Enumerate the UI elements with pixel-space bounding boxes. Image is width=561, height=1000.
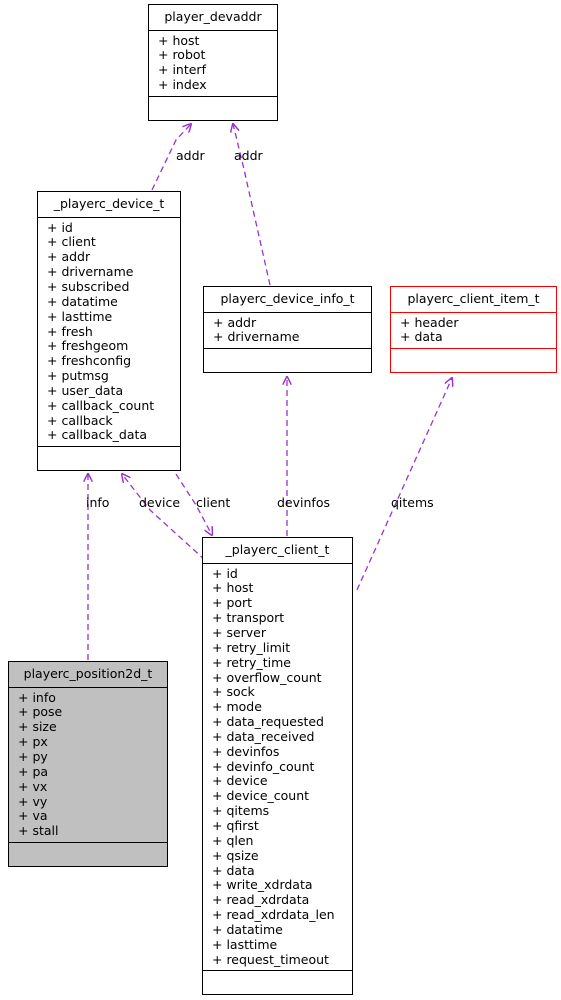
attribute-row: + data <box>212 862 255 878</box>
attribute-row: + read_xdrdata_len <box>212 907 335 923</box>
class-operations <box>203 971 352 994</box>
attribute-row: + device <box>212 773 268 789</box>
class-node-playerc-device-info-t[interactable]: playerc_device_info_t + addr + drivernam… <box>203 286 372 374</box>
attribute-row: + callback_count <box>47 397 155 413</box>
class-title: playerc_device_info_t <box>220 291 355 306</box>
class-title: playerc_client_item_t <box>407 291 540 306</box>
attribute-row: + drivername <box>213 329 300 345</box>
attribute-row: + freshgeom <box>47 338 129 354</box>
class-node-playerc-client-t[interactable]: _playerc_client_t + id + host + port + t… <box>202 537 353 996</box>
attribute-row: + vx <box>18 778 48 794</box>
class-operations <box>38 447 180 470</box>
attribute-row: + vy <box>18 793 48 809</box>
attribute-row: + px <box>18 734 48 750</box>
attribute-row: + robot <box>158 47 206 63</box>
attribute-row: + port <box>212 595 253 611</box>
attribute-row: + freshconfig <box>47 353 132 369</box>
attribute-row: + devinfo_count <box>212 758 315 774</box>
attribute-row: + lasttime <box>212 936 278 952</box>
attribute-row: + data_received <box>212 728 315 744</box>
attribute-row: + sock <box>212 684 255 700</box>
attribute-row: + transport <box>212 610 285 626</box>
attribute-row: + va <box>18 808 48 824</box>
attribute-row: + host <box>212 580 254 596</box>
attribute-row: + device_count <box>212 788 310 804</box>
class-attributes: + id + client + addr + drivername + subs… <box>38 218 180 447</box>
edge-label-client: client <box>196 495 231 510</box>
class-operations <box>391 349 556 372</box>
edge-label-addr-device: addr <box>176 148 205 163</box>
attribute-row: + addr <box>213 314 257 330</box>
attribute-row: + retry_time <box>212 654 291 670</box>
class-attributes: + header + data <box>391 313 556 349</box>
class-attributes: + id + host + port + transport + server … <box>203 564 352 971</box>
attribute-row: + datatime <box>212 921 283 937</box>
class-operations <box>9 843 167 866</box>
attribute-row: + data_requested <box>212 714 324 730</box>
attribute-row: + retry_limit <box>212 639 291 655</box>
attribute-row: + user_data <box>47 382 124 398</box>
class-title: _playerc_device_t <box>53 196 165 211</box>
attribute-row: + header <box>400 314 459 330</box>
attribute-row: + qsize <box>212 847 259 863</box>
attribute-row: + request_timeout <box>212 951 329 967</box>
attribute-row: + callback <box>47 412 113 428</box>
attribute-row: + qitems <box>212 803 270 819</box>
attribute-row: + host <box>158 32 200 48</box>
attribute-row: + callback_data <box>47 427 148 443</box>
attribute-row: + id <box>212 565 238 581</box>
attribute-row: + mode <box>212 699 262 715</box>
class-operations <box>149 97 277 120</box>
class-title: playerc_position2d_t <box>23 666 153 681</box>
attribute-row: + info <box>18 689 56 705</box>
attribute-row: + index <box>158 77 207 93</box>
edge-label-qitems: qitems <box>391 495 434 510</box>
attribute-row: + addr <box>47 249 91 265</box>
edge-label-addr-device-info: addr <box>234 148 263 163</box>
diagram-canvas: player_devaddr + host + robot + interf +… <box>0 0 561 1000</box>
attribute-row: + pose <box>18 704 63 720</box>
edge-qitems <box>356 378 452 591</box>
class-operations <box>204 349 371 372</box>
class-node-playerc-device-t[interactable]: _playerc_device_t + id + client + addr +… <box>37 191 181 472</box>
attribute-row: + size <box>18 719 57 735</box>
class-title: player_devaddr <box>164 9 262 24</box>
class-title: _playerc_client_t <box>225 542 330 557</box>
class-attributes: + addr + drivername <box>204 313 371 349</box>
attribute-row: + interf <box>158 62 206 78</box>
edge-device <box>122 474 206 561</box>
attribute-row: + subscribed <box>47 279 130 294</box>
attribute-row: + overflow_count <box>212 669 322 685</box>
attribute-row: + lasttime <box>47 308 113 324</box>
edge-label-device: device <box>139 495 181 510</box>
attribute-row: + read_xdrdata <box>212 892 310 908</box>
attribute-row: + qfirst <box>212 817 259 833</box>
attribute-row: + stall <box>18 823 59 839</box>
attribute-row: + id <box>47 219 73 235</box>
attribute-row: + datatime <box>47 293 118 309</box>
class-attributes: + host + robot + interf + index <box>149 31 277 96</box>
class-node-playerc-client-item-t[interactable]: playerc_client_item_t + header + data <box>390 286 557 374</box>
attribute-row: + server <box>212 625 267 640</box>
attribute-row: + drivername <box>47 264 134 280</box>
class-attributes: + info + pose + size + px + py + pa + vx… <box>9 688 167 842</box>
attribute-row: + data <box>400 329 443 345</box>
attribute-row: + pa <box>18 763 49 779</box>
edge-label-devinfos: devinfos <box>277 495 330 510</box>
attribute-row: + devinfos <box>212 743 280 759</box>
attribute-row: + qlen <box>212 832 254 848</box>
attribute-row: + fresh <box>47 323 93 339</box>
attribute-row: + client <box>47 234 96 250</box>
class-node-player-devaddr[interactable]: player_devaddr + host + robot + interf +… <box>148 4 278 121</box>
attribute-row: + py <box>18 749 48 764</box>
attribute-row: + putmsg <box>47 368 109 384</box>
class-node-playerc-position2d-t[interactable]: playerc_position2d_t + info + pose + siz… <box>8 661 168 868</box>
attribute-row: + write_xdrdata <box>212 877 313 893</box>
edge-label-info: info <box>86 495 110 510</box>
